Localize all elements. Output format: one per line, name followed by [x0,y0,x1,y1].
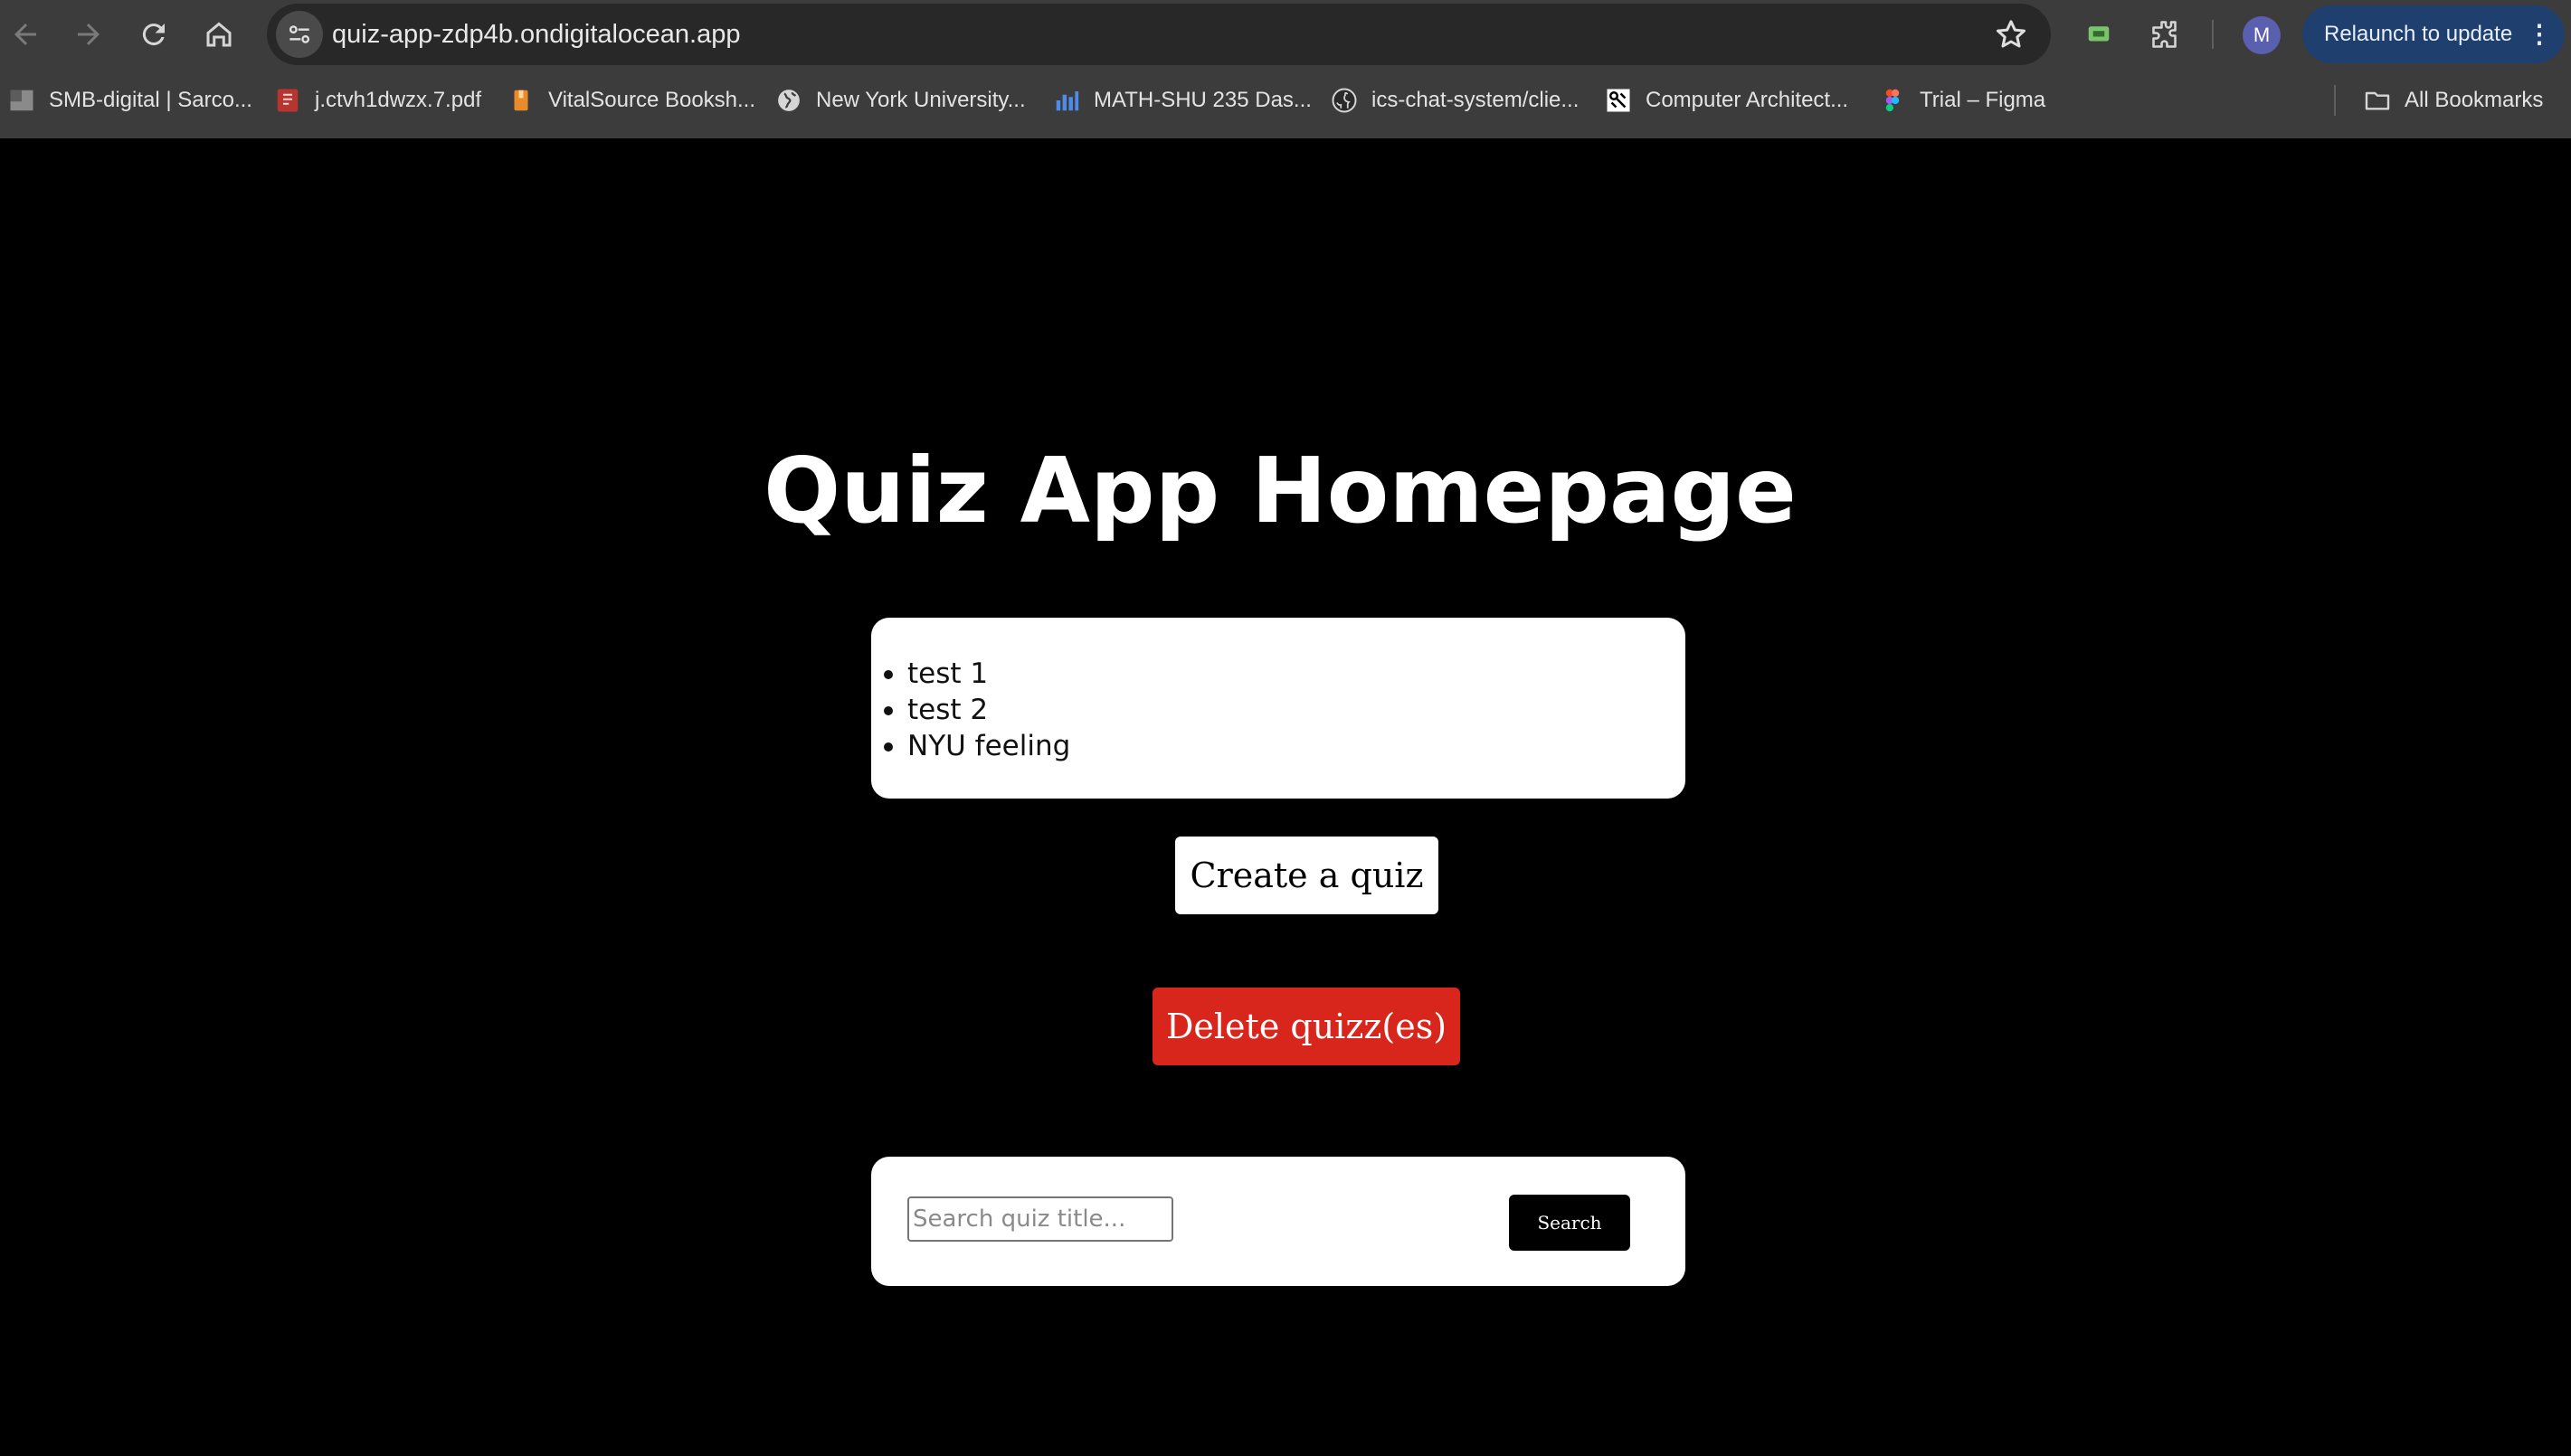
github-icon [1330,86,1359,115]
figma-icon [1878,86,1907,115]
bar-chart-icon [1052,86,1081,115]
bookmark-item[interactable]: New York University... [774,78,1026,123]
extension-screen-icon[interactable] [2079,14,2119,54]
bookmark-item[interactable]: MATH-SHU 235 Das... [1052,78,1312,123]
tune-icon [289,25,310,43]
bookmark-item[interactable]: SMB-digital | Sarco... [7,78,252,123]
back-button[interactable] [0,9,51,60]
browser-toolbar: quiz-app-zdp4b.ondigitalocean.app M Rela… [0,0,2571,69]
more-vert-icon[interactable]: ⋮ [2527,5,2552,63]
profile-avatar[interactable]: M [2243,16,2281,54]
cpu-icon [1604,86,1633,115]
page-title: Quiz App Homepage [764,438,1797,544]
bookmark-label: New York University... [816,88,1026,112]
page-viewport: Quiz App Homepage test 1 test 2 NYU feel… [0,138,2571,1456]
search-panel: Search [871,1157,1685,1286]
bookmark-label: ics-chat-system/clie... [1371,88,1580,112]
bookmark-label: VitalSource Booksh... [548,88,756,112]
toolbar-divider [2212,20,2214,49]
search-input[interactable] [907,1196,1173,1242]
home-button[interactable] [194,9,244,60]
bookmark-item[interactable]: Computer Architect... [1604,78,1848,123]
bookmark-label: Computer Architect... [1646,88,1849,112]
address-bar[interactable]: quiz-app-zdp4b.ondigitalocean.app [267,4,2051,65]
bookmark-item[interactable]: ics-chat-system/clie... [1330,78,1579,123]
bookmark-label: Trial – Figma [1920,88,2046,112]
url-text[interactable]: quiz-app-zdp4b.ondigitalocean.app [332,4,740,65]
page-icon [7,86,36,115]
site-info-button[interactable] [276,11,323,58]
browser-chrome: quiz-app-zdp4b.ondigitalocean.app M Rela… [0,0,2571,138]
home-icon [206,22,232,47]
forward-button[interactable] [63,9,114,60]
all-bookmarks-button[interactable]: All Bookmarks [2363,78,2543,123]
delete-quizzes-button[interactable]: Delete quizz(es) [1153,988,1460,1065]
reload-icon [142,24,165,46]
bookmark-item[interactable]: VitalSource Booksh... [507,78,755,123]
quiz-list-panel: test 1 test 2 NYU feeling [871,618,1685,799]
bookmark-item[interactable]: j.ctvh1dwzx.7.pdf [273,78,481,123]
quiz-list-item[interactable]: test 2 [883,692,1070,728]
folder-icon [2363,86,2392,115]
bookmarks-divider [2334,85,2336,116]
bookmark-label: MATH-SHU 235 Das... [1094,88,1312,112]
pdf-icon [273,86,302,115]
reload-button[interactable] [128,9,179,60]
globe-icon [774,86,803,115]
relaunch-button[interactable]: Relaunch to update ⋮ [2302,5,2565,63]
search-button[interactable]: Search [1509,1195,1630,1251]
create-quiz-button[interactable]: Create a quiz [1175,837,1438,914]
bookmarks-bar: SMB-digital | Sarco... j.ctvh1dwzx.7.pdf… [0,69,2571,132]
bookmark-item[interactable]: Trial – Figma [1878,78,2045,123]
bookmark-label: SMB-digital | Sarco... [49,88,252,112]
quiz-list-item[interactable]: NYU feeling [883,728,1070,764]
quiz-list: test 1 test 2 NYU feeling [883,656,1070,764]
bookmark-star-icon[interactable] [1993,16,2029,52]
relaunch-label: Relaunch to update [2324,22,2513,46]
arrow-left-icon [14,24,36,45]
bookmark-label: j.ctvh1dwzx.7.pdf [315,88,482,112]
vitalsource-icon [507,86,536,115]
quiz-list-item[interactable]: test 1 [883,656,1070,692]
arrow-right-icon [78,24,100,45]
extensions-puzzle-icon[interactable] [2146,14,2186,54]
all-bookmarks-label: All Bookmarks [2405,88,2544,112]
